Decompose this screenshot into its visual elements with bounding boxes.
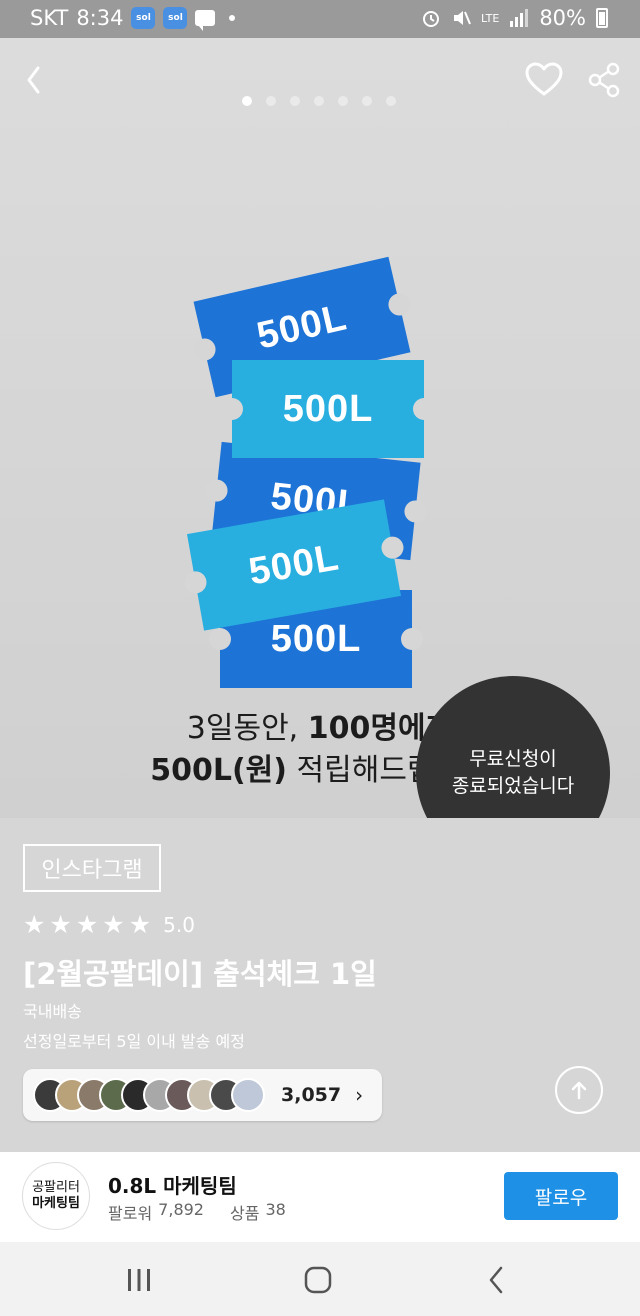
scroll-to-top-button[interactable]	[555, 1066, 603, 1114]
ticket-card: 500L	[221, 360, 435, 458]
product-info: 인스타그램 ★ ★ ★ ★ ★ 5.0 [2월공팔데이] 출석체크 1일 국내배…	[0, 818, 640, 1152]
pager-dot[interactable]	[362, 96, 372, 106]
battery-icon	[596, 8, 608, 28]
clock: 8:34	[76, 6, 124, 30]
shipping-type: 국내배송	[23, 1002, 82, 1021]
ticket-label: 500L	[245, 535, 343, 594]
products-count: 38	[265, 1200, 286, 1219]
star-icon: ★	[49, 910, 72, 939]
star-icon: ★	[102, 910, 125, 939]
alarm-icon	[423, 11, 440, 27]
battery-percent: 80%	[539, 6, 586, 30]
products-label: 상품	[229, 1204, 260, 1223]
seller-logo-line: 공팔리터	[32, 1180, 80, 1195]
network-type: LTE	[481, 11, 500, 25]
mute-icon	[454, 11, 471, 25]
signal-icon	[510, 9, 529, 27]
product-image-carousel[interactable]: 500L 500L 500L 500L 500L 3일동안, 100명에게 50…	[0, 38, 640, 818]
followers-count: 7,892	[158, 1200, 204, 1219]
back-arrow-icon	[489, 1266, 503, 1294]
pager-dot[interactable]	[314, 96, 324, 106]
product-title: [2월공팔데이] 출석체크 1일	[23, 957, 377, 991]
more-notifications-icon	[229, 15, 236, 21]
ticket-label: 500L	[282, 387, 374, 430]
rating-score: 5.0	[163, 912, 195, 937]
seller-stats: 팔로워 7,892 상품 38	[108, 1200, 286, 1224]
system-nav-bar	[0, 1242, 640, 1316]
recent-apps-icon	[128, 1269, 150, 1291]
category-tag[interactable]: 인스타그램	[23, 844, 161, 892]
follow-button[interactable]: 팔로우	[504, 1172, 618, 1220]
share-icon	[588, 62, 620, 98]
pager-dot[interactable]	[290, 96, 300, 106]
pager-dot[interactable]	[338, 96, 348, 106]
pager-dot[interactable]	[242, 96, 252, 106]
rating: ★ ★ ★ ★ ★ 5.0	[23, 912, 195, 937]
followers-label: 팔로워	[108, 1204, 153, 1223]
seller-bar: 공팔리터 마케팅팀 0.8L 마케팅팀 팔로워 7,892 상품 38 팔로우	[0, 1152, 640, 1242]
message-icon	[195, 10, 216, 31]
system-back-button[interactable]	[476, 1260, 516, 1300]
star-icon: ★	[128, 910, 152, 939]
ticket-stack-illustration: 500L 500L 500L 500L 500L	[150, 238, 470, 708]
carousel-pager	[242, 96, 396, 106]
recent-apps-button[interactable]	[119, 1260, 159, 1300]
pager-dot[interactable]	[386, 96, 396, 106]
chevron-right-icon: ›	[355, 1083, 364, 1107]
ticket-label: 500L	[270, 617, 362, 660]
star-icon: ★	[75, 910, 99, 939]
top-nav	[0, 60, 640, 106]
chevron-left-icon	[27, 66, 40, 94]
sol-app-icon: sol	[163, 7, 188, 29]
seller-logo-line: 마케팅팀	[32, 1196, 80, 1211]
star-icon: ★	[23, 910, 46, 939]
status-bar: SKT 8:34 sol sol LTE 80%	[0, 0, 640, 38]
sol-app-icon: sol	[131, 7, 156, 29]
caption-text: 3일동안,	[186, 711, 308, 746]
caption-emphasis: 500L(원)	[150, 753, 287, 788]
badge-line: 종료되었습니다	[451, 775, 575, 797]
participants-button[interactable]: 3,057 ›	[23, 1069, 382, 1121]
seller-name[interactable]: 0.8L 마케팅팀	[108, 1170, 237, 1199]
home-icon	[304, 1266, 332, 1294]
seller-logo[interactable]: 공팔리터 마케팅팀	[22, 1162, 90, 1230]
badge-line: 무료신청이	[469, 748, 557, 770]
carrier-label: SKT	[30, 6, 69, 30]
pager-dot[interactable]	[266, 96, 276, 106]
arrow-up-icon	[571, 1081, 587, 1100]
share-button[interactable]	[584, 60, 628, 104]
participants-count: 3,057	[281, 1084, 342, 1106]
participant-avatars	[33, 1078, 265, 1112]
ticket-label: 500L	[253, 295, 351, 358]
back-button[interactable]	[18, 60, 62, 104]
heart-icon	[525, 62, 563, 96]
wishlist-button[interactable]	[524, 60, 568, 104]
avatar	[231, 1078, 265, 1112]
home-button[interactable]	[298, 1260, 338, 1300]
shipping-eta: 선정일로부터 5일 이내 발송 예정	[23, 1032, 245, 1051]
